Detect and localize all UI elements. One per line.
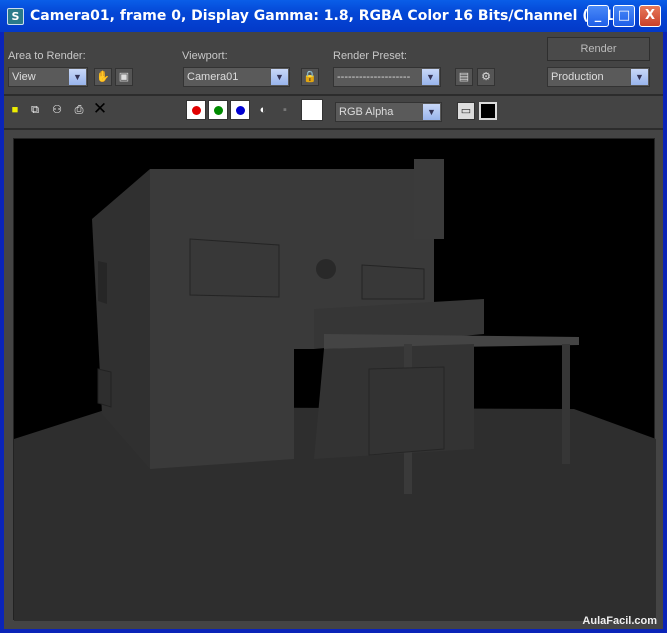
clone-frame-icon[interactable]: ⚇ [48,102,66,120]
channel-value: RGB Alpha [339,106,394,118]
edit-region-hand-icon[interactable]: ✋ [94,68,112,86]
render-frame-panel: Area to Render: View ▼ ✋ ▣ Viewport: Came… [4,32,663,629]
title-bar: S Camera01, frame 0, Display Gamma: 1.8,… [0,0,667,32]
blue-dot-icon [236,106,245,115]
clear-icon[interactable]: ✕ [91,100,109,119]
lock-icon[interactable]: 🔒 [301,68,319,86]
viewport-value: Camera01 [187,71,239,83]
production-dropdown[interactable]: Production ▼ [547,67,650,87]
mode-value: Production [551,71,604,83]
chevron-down-icon: ▼ [422,69,439,85]
toggle-ui-overlays-icon[interactable]: ▭ [457,102,475,120]
clear-color-swatch[interactable] [301,99,323,121]
close-button[interactable]: X [639,5,661,27]
area-to-render-label: Area to Render: [8,50,86,62]
render-setup-icon[interactable]: ▤ [455,68,473,86]
divider [4,128,663,130]
save-image-icon[interactable]: ■ [6,102,24,120]
auto-region-icon[interactable]: ▣ [115,68,133,86]
area-to-render-dropdown[interactable]: View ▼ [8,67,88,87]
alpha-channel-icon[interactable]: ◐ [254,102,272,120]
channel-display-dropdown[interactable]: RGB Alpha ▼ [335,102,442,122]
rendered-house-image [14,159,656,621]
maximize-button[interactable]: □ [613,5,635,27]
toggle-ui-icon[interactable] [479,102,497,120]
area-value: View [12,71,36,83]
divider [4,94,663,96]
minimize-button[interactable]: _ [587,5,609,27]
red-channel-toggle[interactable] [186,100,206,120]
chevron-down-icon: ▼ [423,104,440,120]
chevron-down-icon: ▼ [631,69,648,85]
blue-channel-toggle[interactable] [230,100,250,120]
viewport-dropdown[interactable]: Camera01 ▼ [183,67,290,87]
render-preset-dropdown[interactable]: -------------------- ▼ [333,67,441,87]
monochrome-icon[interactable]: ▪ [276,102,294,120]
print-image-icon[interactable]: ⎙ [70,102,88,120]
viewport-label: Viewport: [182,50,228,62]
render-viewport [13,138,656,621]
render-button[interactable]: Render [547,37,650,61]
green-channel-toggle[interactable] [208,100,228,120]
window-title: Camera01, frame 0, Display Gamma: 1.8, R… [30,8,621,24]
copy-image-icon[interactable]: ⧉ [26,102,44,120]
app-icon: S [7,7,24,25]
green-dot-icon [214,106,223,115]
render-preset-label: Render Preset: [333,50,407,62]
chevron-down-icon: ▼ [271,69,288,85]
preset-value: -------------------- [337,71,411,83]
environment-effects-icon[interactable]: ⚙ [477,68,495,86]
red-dot-icon [192,106,201,115]
watermark-logo: AulaFacil.com [582,615,657,627]
chevron-down-icon: ▼ [69,69,86,85]
